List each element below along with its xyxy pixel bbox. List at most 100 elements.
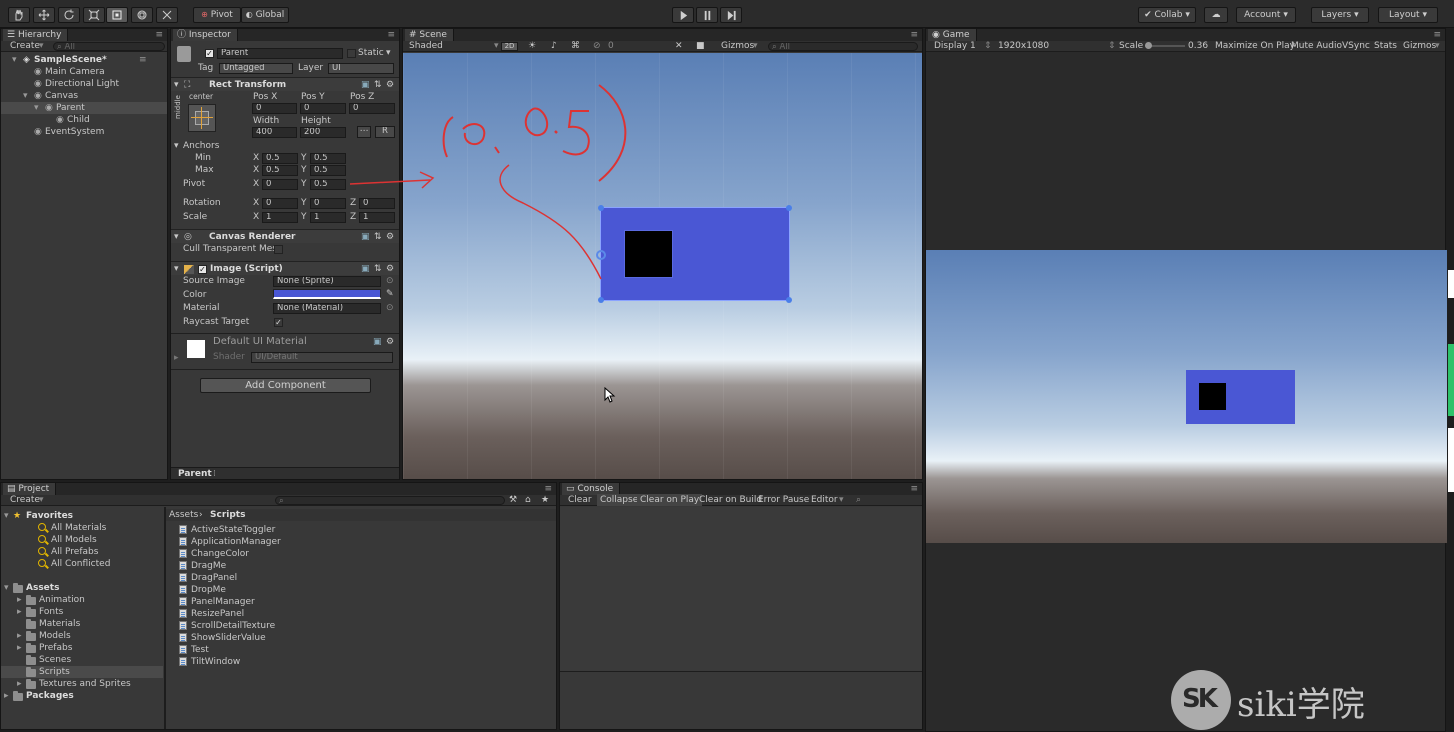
gizmos-dropdown[interactable]: Gizmos bbox=[1403, 40, 1436, 52]
layer-dropdown[interactable]: UI bbox=[328, 63, 394, 74]
expand-arrow-icon[interactable]: ▸ bbox=[17, 606, 22, 618]
shading-mode-dropdown[interactable]: Shaded bbox=[409, 40, 443, 52]
scale-x-input[interactable]: 1 bbox=[262, 212, 298, 223]
expand-arrow-icon[interactable]: ▸ bbox=[17, 678, 22, 690]
script-file-item[interactable]: ChangeColor bbox=[177, 548, 377, 560]
scale-slider-thumb[interactable] bbox=[1145, 42, 1152, 49]
script-file-item[interactable]: ShowSliderValue bbox=[177, 632, 377, 644]
favorite-star-icon[interactable]: ★ bbox=[541, 494, 549, 506]
breadcrumb-assets[interactable]: Assets bbox=[169, 509, 198, 521]
hierarchy-row[interactable]: ▾ ◉ Parent bbox=[1, 102, 167, 114]
panel-menu-icon[interactable]: ≡ bbox=[155, 29, 163, 41]
mute-audio-toggle[interactable]: Mute Audio bbox=[1291, 40, 1342, 52]
preset-icon[interactable]: ⇅ bbox=[374, 79, 382, 91]
scale-slider-track[interactable] bbox=[1145, 42, 1185, 49]
project-tree-row[interactable]: All Materials bbox=[1, 522, 163, 534]
object-picker-icon[interactable]: ⊙ bbox=[386, 302, 394, 314]
gear-icon[interactable]: ⚙ bbox=[386, 231, 394, 243]
script-file-item[interactable]: ScrollDetailTexture bbox=[177, 620, 377, 632]
create-dropdown[interactable]: Create bbox=[10, 494, 40, 506]
gear-icon[interactable]: ⚙ bbox=[386, 336, 394, 348]
filter-type-icon[interactable]: ⚒ bbox=[509, 494, 517, 506]
scene-viewport[interactable] bbox=[403, 53, 922, 479]
project-tree-row[interactable]: ▸ Fonts bbox=[1, 606, 163, 618]
hierarchy-row[interactable]: ▾ ◈ SampleScene* ≡ bbox=[1, 54, 167, 66]
hierarchy-row[interactable]: ◉ Directional Light bbox=[1, 78, 167, 90]
width-input[interactable]: 400 bbox=[252, 127, 297, 138]
image-component-header[interactable]: ▾ ✓ Image (Script) ▣ ⇅ ⚙ bbox=[171, 261, 399, 275]
account-dropdown[interactable]: Account ▾ bbox=[1236, 7, 1296, 23]
breadcrumb-scripts[interactable]: Scripts bbox=[210, 509, 245, 521]
gizmos-dropdown[interactable]: Gizmos bbox=[721, 40, 754, 52]
expand-arrow-icon[interactable]: ▾ bbox=[23, 90, 28, 102]
cull-transparent-checkbox[interactable] bbox=[274, 245, 283, 254]
raw-edit-button[interactable]: R bbox=[375, 126, 395, 138]
expand-arrow-icon[interactable]: ▸ bbox=[17, 594, 22, 606]
script-file-item[interactable]: DragPanel bbox=[177, 572, 377, 584]
anchor-min-x-input[interactable]: 0.5 bbox=[262, 153, 298, 164]
search-icon[interactable]: ⌕ bbox=[856, 494, 861, 506]
collapse-toggle[interactable]: Collapse bbox=[597, 494, 642, 506]
resolution-dropdown[interactable]: 1920x1080 bbox=[998, 40, 1049, 52]
expand-arrow-icon[interactable]: ▾ bbox=[4, 510, 9, 522]
project-tree-row[interactable]: Scripts bbox=[1, 666, 163, 678]
pivot-toggle-button[interactable]: ⊕ Pivot bbox=[193, 7, 241, 23]
gear-icon[interactable]: ⚙ bbox=[386, 263, 394, 275]
2d-mode-toggle[interactable]: 2D bbox=[501, 42, 518, 51]
collab-dropdown[interactable]: ✔ Collab ▾ bbox=[1138, 7, 1196, 23]
clear-button[interactable]: Clear bbox=[568, 494, 592, 506]
blueprint-mode-button[interactable]: ⋯ bbox=[357, 126, 371, 138]
stats-toggle[interactable]: Stats bbox=[1374, 40, 1397, 52]
panel-menu-icon[interactable]: ≡ bbox=[387, 29, 395, 41]
add-component-button[interactable]: Add Component bbox=[200, 378, 371, 393]
object-name-input[interactable]: Parent bbox=[217, 48, 343, 59]
project-search-input[interactable]: ⌕ bbox=[275, 496, 505, 505]
pause-button[interactable] bbox=[696, 7, 718, 23]
help-icon[interactable]: ▣ bbox=[361, 231, 370, 243]
help-icon[interactable]: ▣ bbox=[361, 263, 370, 275]
pos-z-input[interactable]: 0 bbox=[349, 103, 395, 114]
hidden-objects-icon[interactable]: ⊘ bbox=[593, 40, 601, 52]
project-tree-row[interactable]: All Prefabs bbox=[1, 546, 163, 558]
help-icon[interactable]: ▣ bbox=[361, 79, 370, 91]
expand-arrow-icon[interactable]: ▸ bbox=[4, 690, 9, 702]
move-tool-button[interactable] bbox=[33, 7, 55, 23]
preset-icon[interactable]: ⇅ bbox=[374, 231, 382, 243]
cloud-button[interactable]: ☁ bbox=[1204, 7, 1228, 23]
display-dropdown[interactable]: Display 1 bbox=[934, 40, 976, 52]
hierarchy-row[interactable]: ▾ ◉ Canvas bbox=[1, 90, 167, 102]
tab-inspector[interactable]: ⓘ Inspector bbox=[173, 29, 238, 41]
scale-y-input[interactable]: 1 bbox=[310, 212, 346, 223]
anchor-max-x-input[interactable]: 0.5 bbox=[262, 165, 298, 176]
global-toggle-button[interactable]: ◐ Global bbox=[241, 7, 289, 23]
vsync-toggle[interactable]: VSync bbox=[1342, 40, 1370, 52]
expand-arrow-icon[interactable]: ▾ bbox=[34, 102, 39, 114]
anchor-presets-button[interactable] bbox=[188, 104, 216, 132]
script-file-item[interactable]: TiltWindow bbox=[177, 656, 377, 668]
object-picker-icon[interactable]: ⊙ bbox=[386, 275, 394, 287]
hierarchy-row[interactable]: ◉ Main Camera bbox=[1, 66, 167, 78]
project-tree-row[interactable]: ▾ ★ Favorites bbox=[1, 510, 163, 522]
script-file-item[interactable]: ResizePanel bbox=[177, 608, 377, 620]
expand-arrow-icon[interactable]: ▸ bbox=[17, 630, 22, 642]
error-pause-toggle[interactable]: Error Pause bbox=[758, 494, 809, 506]
pivot-x-input[interactable]: 0 bbox=[262, 179, 298, 190]
rect-transform-header[interactable]: ▾ ⛶ Rect Transform ▣ ⇅ ⚙ bbox=[171, 77, 399, 91]
pos-x-input[interactable]: 0 bbox=[252, 103, 297, 114]
hierarchy-search-input[interactable]: ⌕ All bbox=[53, 42, 165, 51]
preset-icon[interactable]: ⇅ bbox=[374, 263, 382, 275]
expand-arrow-icon[interactable]: ▾ bbox=[12, 54, 17, 66]
project-tree-row[interactable]: ▸ Prefabs bbox=[1, 642, 163, 654]
source-image-field[interactable]: None (Sprite) bbox=[273, 276, 381, 287]
project-tree-row[interactable]: ▸ Textures and Sprites bbox=[1, 678, 163, 690]
console-log-area[interactable] bbox=[560, 507, 922, 671]
create-dropdown[interactable]: Create bbox=[10, 40, 40, 52]
panel-menu-icon[interactable]: ≡ bbox=[910, 483, 918, 495]
scale-z-input[interactable]: 1 bbox=[359, 212, 395, 223]
static-checkbox[interactable] bbox=[347, 49, 356, 58]
pos-y-input[interactable]: 0 bbox=[300, 103, 346, 114]
script-file-item[interactable]: ApplicationManager bbox=[177, 536, 377, 548]
clear-on-play-toggle[interactable]: Clear on Play bbox=[637, 494, 703, 506]
hierarchy-row[interactable]: ◉ Child bbox=[1, 114, 167, 126]
project-tree-row[interactable]: ▾ Assets bbox=[1, 582, 163, 594]
